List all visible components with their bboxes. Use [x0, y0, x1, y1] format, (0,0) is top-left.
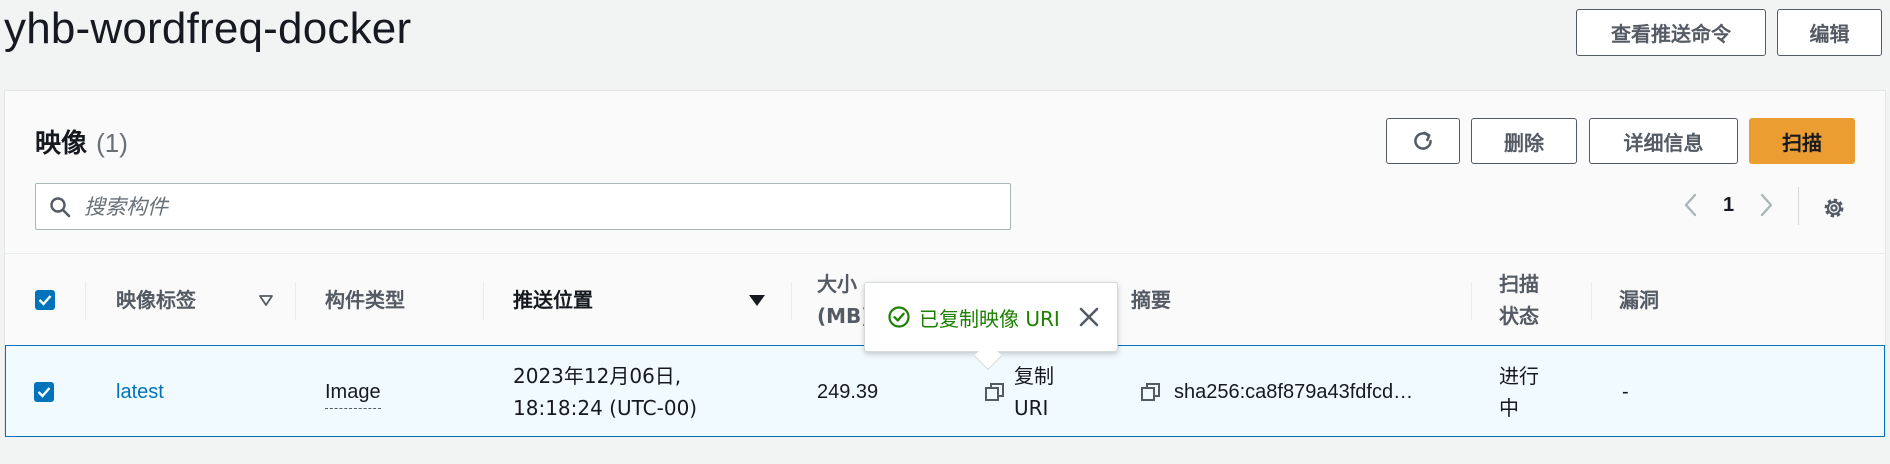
- select-all-cell: [35, 254, 55, 346]
- digest-cell: sha256:ca8f879a43fdfcd…: [1140, 346, 1413, 438]
- current-page[interactable]: 1: [1723, 194, 1734, 217]
- images-panel: 映像 (1) 删除 详细信息 扫描 1: [4, 90, 1886, 437]
- column-divider: [483, 282, 484, 320]
- column-header-size[interactable]: 大小 (MB): [817, 254, 870, 346]
- pushed-at-time: 18:18:24 (UTC-00): [513, 396, 698, 420]
- scan-status-line2: 中: [1499, 396, 1519, 420]
- scan-status-line1: 进行: [1499, 364, 1539, 388]
- row-select-cell: [34, 346, 54, 438]
- view-push-commands-button[interactable]: 查看推送命令: [1576, 9, 1766, 56]
- vulnerabilities-cell: -: [1622, 381, 1629, 403]
- details-button[interactable]: 详细信息: [1589, 118, 1738, 164]
- scan-status-header-line1: 扫描: [1499, 272, 1539, 296]
- edit-button[interactable]: 编辑: [1777, 9, 1882, 56]
- close-icon[interactable]: [1078, 306, 1100, 328]
- column-header-scan-status[interactable]: 扫描 状态: [1499, 254, 1539, 346]
- scan-button[interactable]: 扫描: [1749, 118, 1855, 164]
- column-header-tag[interactable]: 映像标签: [116, 254, 196, 346]
- refresh-button[interactable]: [1386, 118, 1460, 164]
- column-header-pushed-at[interactable]: 推送位置: [513, 254, 593, 346]
- tag-cell: latest: [116, 346, 164, 438]
- scan-status-header-line2: 状态: [1499, 304, 1539, 328]
- panel-title: 映像 (1): [35, 123, 128, 160]
- gear-icon[interactable]: [1821, 195, 1847, 221]
- scan-status-cell: 进行 中: [1499, 346, 1539, 438]
- image-count: (1): [96, 128, 128, 158]
- sort-icon[interactable]: [258, 294, 274, 307]
- copy-icon: [985, 383, 1004, 401]
- search-box[interactable]: [35, 183, 1011, 230]
- copied-popover: 已复制映像 URI: [864, 282, 1118, 352]
- chevron-right-icon[interactable]: [1756, 191, 1776, 219]
- column-divider: [1591, 282, 1592, 320]
- column-header-digest[interactable]: 摘要: [1131, 254, 1171, 346]
- check-icon: [38, 295, 52, 306]
- column-header-artifact-type[interactable]: 构件类型: [325, 254, 405, 346]
- check-icon: [37, 387, 51, 398]
- delete-button[interactable]: 删除: [1471, 118, 1577, 164]
- sort-descending-icon[interactable]: [748, 294, 766, 308]
- size-header-line1: 大小: [817, 272, 857, 296]
- artifact-type-value[interactable]: Image: [325, 376, 381, 409]
- pushed-at-cell: 2023年12月06日, 18:18:24 (UTC-00): [513, 346, 697, 438]
- pagination: 1: [1681, 191, 1776, 219]
- copy-uri-label: 复制 URI: [1014, 360, 1054, 424]
- success-check-icon: [888, 306, 910, 328]
- copy-uri-line1: 复制: [1014, 364, 1054, 388]
- chevron-left-icon[interactable]: [1681, 191, 1701, 219]
- image-tag-link[interactable]: latest: [116, 376, 164, 408]
- size-header-line2: (MB): [817, 304, 871, 328]
- column-divider: [1471, 282, 1472, 320]
- column-header-vulnerabilities[interactable]: 漏洞: [1619, 254, 1659, 346]
- artifact-type-cell: Image: [325, 346, 381, 438]
- column-divider: [85, 282, 86, 320]
- refresh-icon: [1414, 131, 1432, 150]
- pager-divider: [1798, 187, 1799, 225]
- copy-digest-icon[interactable]: [1140, 381, 1162, 403]
- column-divider: [295, 282, 296, 320]
- size-cell: 249.39: [817, 381, 879, 403]
- column-divider: [791, 282, 792, 320]
- search-input[interactable]: [84, 194, 964, 219]
- digest-value: sha256:ca8f879a43fdfcd…: [1174, 381, 1414, 403]
- table-row[interactable]: latest Image 2023年12月06日, 18:18:24 (UTC-…: [5, 345, 1885, 437]
- copy-uri-line2: URI: [1014, 396, 1049, 420]
- page-title: yhb-wordfreq-docker: [4, 4, 412, 53]
- pushed-at-date: 2023年12月06日,: [513, 364, 682, 388]
- select-all-checkbox[interactable]: [35, 290, 55, 310]
- panel-title-label: 映像: [35, 129, 88, 159]
- search-icon: [50, 196, 71, 217]
- row-checkbox[interactable]: [34, 382, 54, 402]
- popover-message: 已复制映像 URI: [919, 306, 1060, 331]
